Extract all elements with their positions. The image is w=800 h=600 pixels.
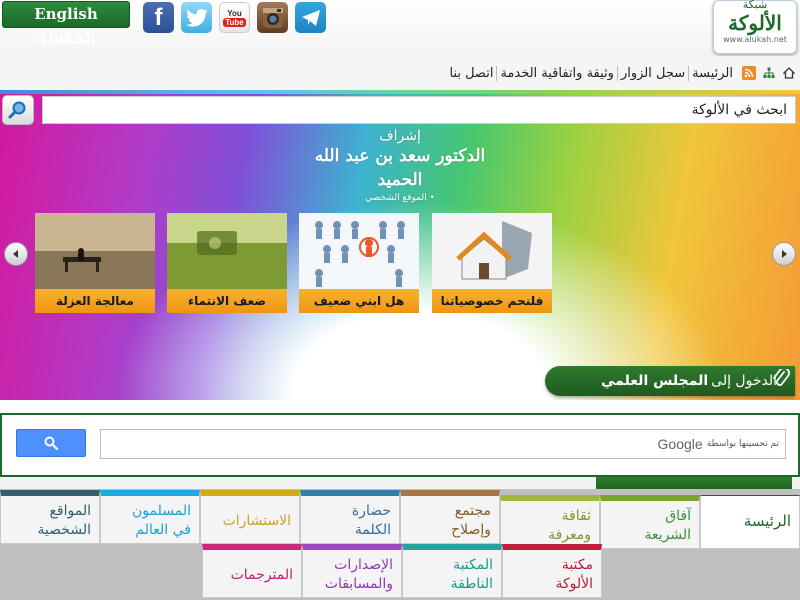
carousel-image xyxy=(432,213,552,291)
telegram-icon[interactable] xyxy=(295,2,326,33)
top-header: English Alukah f You Tube شبكة الألوكة w… xyxy=(0,0,800,56)
search-button[interactable] xyxy=(2,95,34,125)
category-tab[interactable]: ثقافة ومعرفة xyxy=(500,495,600,549)
hero-banner: ابحث في الألوكة إشراف الدكتور سعد بن عبد… xyxy=(0,90,800,400)
category-tab[interactable]: حضارة الكلمة xyxy=(300,490,400,544)
logo-network-text: شبكة xyxy=(742,0,768,11)
category-tab-label: المواقع xyxy=(49,503,91,519)
category-tab[interactable]: المترجمات xyxy=(202,544,302,598)
category-tab[interactable]: المواقع الشخصية xyxy=(0,490,100,544)
category-tab-label: ثقافة xyxy=(561,508,591,524)
youtube-tube-text: Tube xyxy=(223,17,246,27)
twitter-bird-icon xyxy=(185,8,208,27)
category-tab-label: حضارة xyxy=(351,503,391,519)
category-tab[interactable]: الإصدارات والمسابقات xyxy=(302,544,402,598)
category-tab[interactable]: مجتمع وإصلاح xyxy=(400,490,500,544)
category-tab-label: الرئيسة xyxy=(743,512,791,530)
supervisor-name: الدكتور سعد بن عبد الله الحميد xyxy=(314,146,486,190)
carousel-item[interactable]: هل ابني ضعيف xyxy=(299,213,419,313)
category-tab-label: المكتبة xyxy=(453,557,493,573)
carousel-caption: معالجة العزلة xyxy=(35,289,155,313)
council-title: المجلس العلمي xyxy=(601,373,709,389)
category-tab[interactable]: الرئيسة xyxy=(700,495,800,549)
enhanced-by-text: تم تحسينها بواسطة xyxy=(706,439,779,449)
google-search-button[interactable] xyxy=(16,429,86,457)
facebook-icon[interactable]: f xyxy=(143,2,174,33)
logo-url-text: www.alukah.net xyxy=(723,35,787,44)
paperclip-icon xyxy=(768,366,794,392)
carousel-image xyxy=(167,213,287,291)
youtube-you-text: You xyxy=(227,8,242,18)
sitemap-icon[interactable] xyxy=(762,66,776,80)
category-tab-label: الكلمة xyxy=(354,522,391,538)
category-tab-label: المسلمون xyxy=(132,503,191,519)
category-tab[interactable]: المسلمون في العالم xyxy=(100,490,200,544)
category-tab[interactable]: آفاق الشريعة xyxy=(600,495,700,549)
google-brand-text: Google xyxy=(657,436,703,452)
category-tab-label: الشريعة xyxy=(644,527,691,543)
category-tab[interactable]: الاستشارات xyxy=(200,490,300,544)
twitter-icon[interactable] xyxy=(181,2,212,33)
chevron-right-icon xyxy=(782,250,787,258)
category-tab-label: وإصلاح xyxy=(451,522,491,538)
category-tab-label: الاستشارات xyxy=(222,513,291,529)
rss-icon[interactable] xyxy=(742,66,756,80)
chevron-left-icon xyxy=(13,250,18,258)
nav-link-home[interactable]: الرئيسة xyxy=(688,65,736,81)
top-nav: الرئيسة سجل الزوار وثيقة واتفاقية الخدمة… xyxy=(0,56,800,90)
youtube-icon[interactable]: You Tube xyxy=(219,2,250,33)
camera-icon xyxy=(262,7,283,28)
category-tab[interactable]: مكتبة الألوكة xyxy=(502,544,602,598)
carousel-caption: هل ابني ضعيف xyxy=(299,289,419,313)
category-tab-label: آفاق xyxy=(665,508,691,524)
category-tab-label: الإصدارات xyxy=(334,557,393,573)
google-custom-search: تم تحسينها بواسطة Google xyxy=(0,413,800,477)
search-icon xyxy=(44,436,58,450)
search-icon xyxy=(8,101,26,119)
alukah-logo[interactable]: شبكة الألوكة www.alukah.net xyxy=(713,0,797,54)
site-search-input[interactable]: ابحث في الألوكة xyxy=(42,96,796,124)
carousel-next-button[interactable] xyxy=(772,242,796,266)
scientific-council-button[interactable]: الدخول إلى المجلس العلمي xyxy=(545,366,795,396)
carousel-caption: ضعف الانتماء xyxy=(167,289,287,313)
carousel-image xyxy=(299,213,419,291)
carousel-item[interactable]: فلنحم خصوصياتنا xyxy=(432,213,552,313)
banner-top-stripe xyxy=(0,90,800,94)
category-tabs: الرئيسة آفاق الشريعة ثقافة ومعرفة مجتمع وإصلاح… xyxy=(0,489,800,600)
instagram-icon[interactable] xyxy=(257,2,288,33)
category-tab-label: الناطقة xyxy=(450,576,493,592)
category-tab-label: في العالم xyxy=(135,522,191,538)
carousel-item[interactable]: ضعف الانتماء xyxy=(167,213,287,313)
category-tab-label: والمسابقات xyxy=(324,576,393,592)
english-alukah-button[interactable]: English Alukah xyxy=(2,1,130,48)
category-tab-label: المترجمات xyxy=(230,567,293,583)
home-icon[interactable] xyxy=(782,66,796,80)
category-tab-label: مكتبة xyxy=(561,557,593,573)
carousel-prev-button[interactable] xyxy=(4,242,28,266)
category-tab-label: الألوكة xyxy=(555,576,593,592)
nav-link-guestbook[interactable]: سجل الزوار xyxy=(616,65,688,81)
nav-link-contact[interactable]: اتصل بنا xyxy=(446,66,496,81)
personal-site-link[interactable]: • الموقع الشخصي xyxy=(300,192,500,204)
google-search-input[interactable]: تم تحسينها بواسطة Google xyxy=(100,429,786,459)
supervision-caption[interactable]: إشراف الدكتور سعد بن عبد الله الحميد • ا… xyxy=(300,128,500,204)
logo-name-text: الألوكة xyxy=(728,11,782,35)
carousel-item[interactable]: معالجة العزلة xyxy=(35,213,155,313)
carousel-caption: فلنحم خصوصياتنا xyxy=(432,289,552,313)
category-tab-label: ومعرفة xyxy=(548,527,591,543)
category-tab-label: الشخصية xyxy=(37,522,91,538)
category-tab[interactable]: المكتبة الناطقة xyxy=(402,544,502,598)
category-tab-label: مجتمع xyxy=(454,503,491,519)
paper-plane-icon xyxy=(301,9,320,26)
carousel-image xyxy=(35,213,155,291)
nav-link-terms[interactable]: وثيقة واتفاقية الخدمة xyxy=(496,65,617,81)
supervision-label: إشراف xyxy=(379,128,421,144)
